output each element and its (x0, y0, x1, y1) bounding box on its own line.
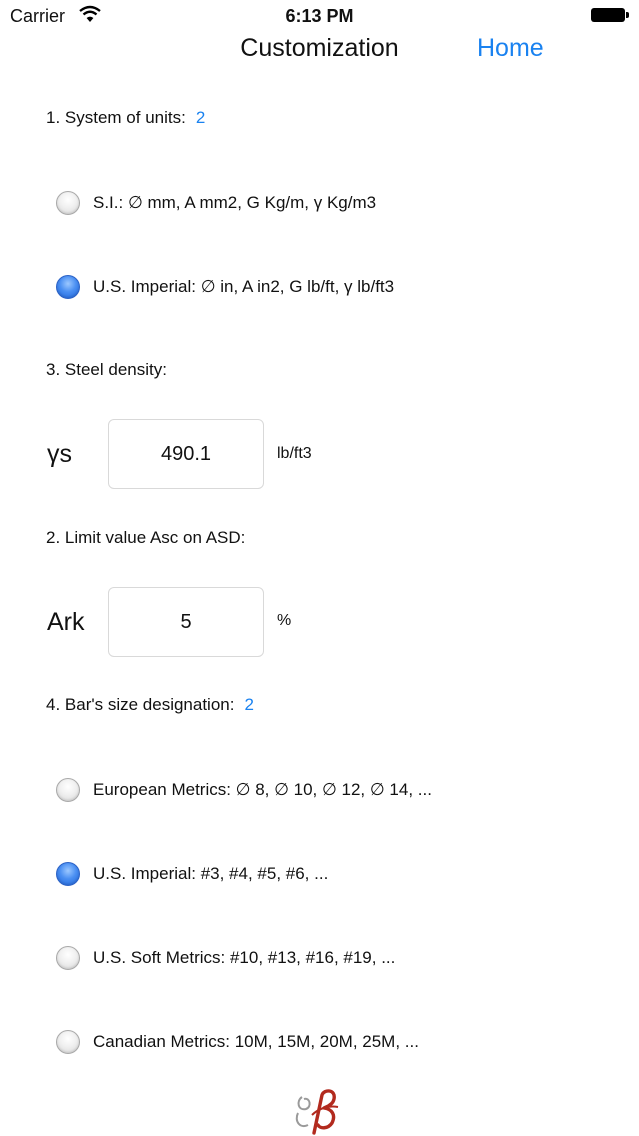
radio-button-canadian-metrics[interactable] (56, 1030, 80, 1054)
density-section-label: 3. Steel density: (46, 360, 167, 379)
radio-option-us-imperial-bars[interactable]: U.S. Imperial: #3, #4, #5, #6, ... (56, 860, 328, 888)
beta-logo-icon (295, 1089, 339, 1135)
limit-section-label: 2. Limit value Asc on ASD: (46, 528, 246, 547)
units-selection-count: 2 (195, 108, 206, 127)
radio-label-european-metrics: European Metrics: ∅ 8, ∅ 10, ∅ 12, ∅ 14,… (93, 780, 432, 799)
units-section-header: 1. System of units: 2 (46, 108, 205, 128)
radio-button-us-imperial-units[interactable] (56, 275, 80, 299)
radio-label-canadian-metrics: Canadian Metrics: 10M, 15M, 20M, 25M, ..… (93, 1032, 419, 1051)
radio-button-us-soft-metrics[interactable] (56, 946, 80, 970)
radio-option-us-imperial-units[interactable]: U.S. Imperial: ∅ in, A in2, G lb/ft, γ l… (56, 273, 394, 301)
radio-option-canadian-metrics[interactable]: Canadian Metrics: 10M, 15M, 20M, 25M, ..… (56, 1028, 419, 1056)
steel-density-input[interactable]: 490.1 (108, 419, 264, 489)
radio-button-us-imperial-bars[interactable] (56, 862, 80, 886)
density-unit: lb/ft3 (277, 445, 312, 462)
limit-symbol: Ark (47, 608, 85, 636)
units-section-label: 1. System of units: (46, 108, 186, 127)
radio-label-si: S.I.: ∅ mm, A mm2, G Kg/m, γ Kg/m3 (93, 193, 377, 212)
bar-section-header: 4. Bar's size designation: 2 (46, 695, 254, 715)
radio-option-us-soft-metrics[interactable]: U.S. Soft Metrics: #10, #13, #16, #19, .… (56, 944, 395, 972)
radio-label-us-imperial-units: U.S. Imperial: ∅ in, A in2, G lb/ft, γ l… (93, 277, 395, 296)
radio-option-si[interactable]: S.I.: ∅ mm, A mm2, G Kg/m, γ Kg/m3 (56, 189, 376, 217)
status-bar: Carrier 6:13 PM (0, 0, 639, 36)
density-symbol: γs (47, 440, 72, 468)
radio-label-us-soft-metrics: U.S. Soft Metrics: #10, #13, #16, #19, .… (93, 948, 396, 967)
radio-label-us-imperial-bars: U.S. Imperial: #3, #4, #5, #6, ... (93, 864, 329, 883)
limit-value-input[interactable]: 5 (108, 587, 264, 657)
radio-option-european-metrics[interactable]: European Metrics: ∅ 8, ∅ 10, ∅ 12, ∅ 14,… (56, 776, 432, 804)
home-button[interactable]: Home (477, 34, 544, 63)
bar-section-label: 4. Bar's size designation: (46, 695, 235, 714)
bar-selection-count: 2 (244, 695, 254, 714)
status-time: 6:13 PM (285, 6, 354, 26)
limit-unit: % (277, 612, 292, 629)
battery-icon (591, 8, 629, 22)
radio-button-european-metrics[interactable] (56, 778, 80, 802)
radio-button-si[interactable] (56, 191, 80, 215)
